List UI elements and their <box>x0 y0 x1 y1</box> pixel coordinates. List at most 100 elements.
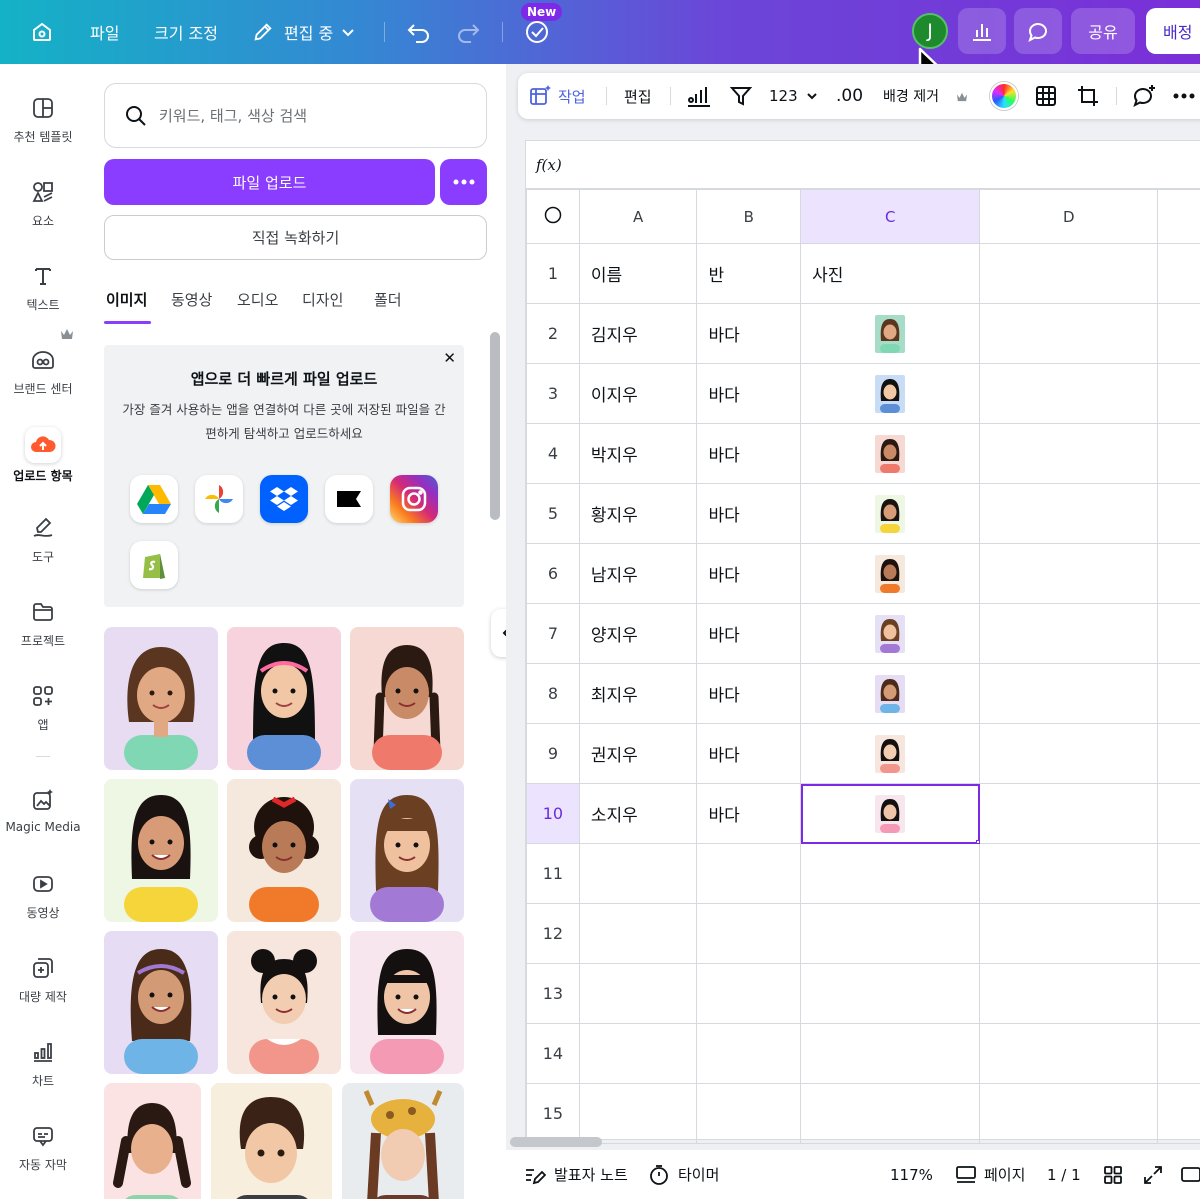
more-options-button[interactable] <box>1173 73 1195 119</box>
row-header[interactable]: 10 <box>526 783 580 844</box>
search-box[interactable] <box>104 83 487 148</box>
rail-item-text[interactable]: 텍스트 <box>0 254 86 330</box>
number-format-dropdown[interactable]: 123 <box>769 73 818 119</box>
add-comment-button[interactable] <box>1131 73 1157 119</box>
cell-photo[interactable] <box>800 663 981 724</box>
cell-empty[interactable] <box>1157 723 1200 784</box>
cell-empty[interactable] <box>979 483 1159 544</box>
cell-empty[interactable] <box>1157 543 1200 604</box>
row-header[interactable]: 15 <box>526 1083 580 1144</box>
cell-empty[interactable] <box>979 843 1159 904</box>
cell-class[interactable]: 바다 <box>696 603 802 664</box>
uploaded-image[interactable] <box>227 627 341 770</box>
cell-empty[interactable] <box>1157 783 1200 844</box>
cell-name[interactable]: 남지우 <box>578 543 698 604</box>
cell-class[interactable] <box>696 1023 802 1084</box>
uploaded-image[interactable] <box>211 1083 332 1199</box>
cell-empty[interactable] <box>979 243 1159 304</box>
cell-empty[interactable] <box>1157 843 1200 904</box>
tab-designs[interactable]: 디자인 <box>302 289 343 310</box>
rail-item-uploads[interactable]: 업로드 항목 <box>0 421 86 497</box>
uploaded-image[interactable] <box>104 779 218 922</box>
tab-videos[interactable]: 동영상 <box>171 289 212 310</box>
cell-empty[interactable] <box>1157 1083 1200 1144</box>
cell-photo[interactable] <box>800 603 981 664</box>
formula-bar[interactable]: f(x) <box>526 141 1200 189</box>
row-header[interactable]: 8 <box>526 663 580 724</box>
column-header-a[interactable]: A <box>578 189 698 244</box>
row-header[interactable]: 4 <box>526 423 580 484</box>
cell-empty[interactable] <box>1157 243 1200 304</box>
cell-empty[interactable] <box>1157 903 1200 964</box>
cell-class[interactable]: 바다 <box>696 423 802 484</box>
rail-item-video[interactable]: 동영상 <box>0 862 86 938</box>
row-header[interactable]: 11 <box>526 843 580 904</box>
row-header[interactable]: 3 <box>526 363 580 424</box>
uploaded-image[interactable] <box>342 1083 464 1199</box>
cell-name[interactable]: 박지우 <box>578 423 698 484</box>
cell-empty[interactable] <box>1157 303 1200 364</box>
cell-empty[interactable] <box>979 303 1159 364</box>
cell-class[interactable]: 바다 <box>696 783 802 844</box>
cell-empty[interactable] <box>1157 483 1200 544</box>
resize-handle[interactable] <box>976 840 979 843</box>
panel-scrollbar[interactable] <box>490 332 500 520</box>
insights-button[interactable] <box>958 8 1006 54</box>
row-header[interactable]: 12 <box>526 903 580 964</box>
avatar[interactable]: J <box>912 13 948 49</box>
column-header-e[interactable] <box>1157 189 1200 244</box>
rail-item-charts[interactable]: 차트 <box>0 1030 86 1106</box>
row-header[interactable]: 2 <box>526 303 580 364</box>
work-button[interactable]: 작업 <box>528 73 586 119</box>
chart-button[interactable] <box>686 73 712 119</box>
row-header[interactable]: 5 <box>526 483 580 544</box>
cell-empty[interactable] <box>979 663 1159 724</box>
redo-button[interactable] <box>455 0 481 64</box>
cell-name[interactable] <box>578 1023 698 1084</box>
tab-folders[interactable]: 폴더 <box>374 289 402 310</box>
remove-background-button[interactable]: 배경 제거 <box>883 73 939 119</box>
column-header-d[interactable]: D <box>979 189 1159 244</box>
cell-empty[interactable] <box>979 363 1159 424</box>
google-drive-icon[interactable] <box>130 475 178 523</box>
undo-button[interactable] <box>406 0 432 64</box>
table-border-button[interactable] <box>1034 73 1058 119</box>
zoom-level[interactable]: 117% <box>890 1150 933 1199</box>
file-menu[interactable]: 파일 <box>90 0 119 64</box>
cell-empty[interactable] <box>979 783 1159 844</box>
row-header[interactable]: 9 <box>526 723 580 784</box>
cell-class[interactable]: 바다 <box>696 723 802 784</box>
grid-view-button[interactable] <box>1103 1150 1123 1199</box>
row-header[interactable]: 7 <box>526 603 580 664</box>
cell-name[interactable]: 권지우 <box>578 723 698 784</box>
cell-photo[interactable] <box>800 423 981 484</box>
filter-button[interactable] <box>730 73 752 119</box>
cell-name[interactable] <box>578 903 698 964</box>
present-button[interactable] <box>1180 1150 1200 1199</box>
rail-item-projects[interactable]: 프로젝트 <box>0 590 86 666</box>
cell-class[interactable]: 바다 <box>696 303 802 364</box>
cell-photo[interactable] <box>800 723 981 784</box>
cell-class[interactable]: 바다 <box>696 483 802 544</box>
editing-mode-menu[interactable]: 편집 중 <box>252 0 355 64</box>
cell-empty[interactable] <box>979 1023 1159 1084</box>
cell-photo[interactable] <box>800 783 981 844</box>
cell-photo[interactable] <box>800 1023 981 1084</box>
tab-images[interactable]: 이미지 <box>106 289 147 310</box>
uploaded-image[interactable] <box>227 779 341 922</box>
cell-empty[interactable] <box>1157 363 1200 424</box>
cell-empty[interactable] <box>1157 603 1200 664</box>
select-all-button[interactable] <box>526 189 580 244</box>
cell-class[interactable] <box>696 843 802 904</box>
cell-photo[interactable] <box>800 1083 981 1144</box>
rail-item-brand[interactable]: 브랜드 센터 <box>0 338 86 414</box>
cell-name[interactable]: 양지우 <box>578 603 698 664</box>
tab-audio[interactable]: 오디오 <box>237 289 278 310</box>
cell-photo[interactable] <box>800 903 981 964</box>
uploaded-image[interactable] <box>104 931 218 1074</box>
cell-empty[interactable] <box>1157 1023 1200 1084</box>
cell-class[interactable]: 반 <box>696 243 802 304</box>
cell-name[interactable] <box>578 843 698 904</box>
rail-item-draw[interactable]: 도구 <box>0 506 86 582</box>
cell-empty[interactable] <box>979 603 1159 664</box>
